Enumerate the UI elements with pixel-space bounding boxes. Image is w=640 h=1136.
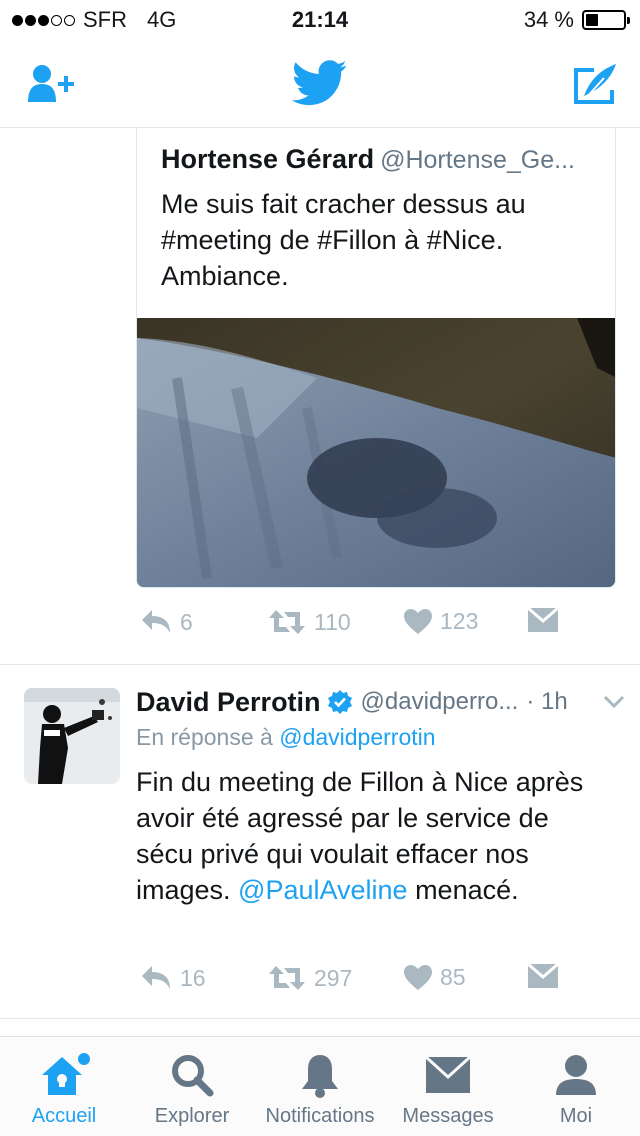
battery-percent: 34 % [523, 7, 574, 32]
retweet-button[interactable]: 110 [268, 608, 351, 636]
mention-link[interactable]: @PaulAveline [238, 875, 408, 905]
tweet2-header: David Perrotin @davidperro... · 1h [136, 684, 626, 720]
retweet-count: 297 [314, 964, 353, 991]
tweet-text-end: menacé. [407, 875, 519, 905]
reply-context: En réponse à @davidperrotin [136, 724, 436, 751]
tweet1-actions: 6 110 123 [136, 608, 616, 648]
quoted-tweet-header: Hortense Gérard @Hortense_Ge... [161, 144, 575, 175]
quoted-author-handle: @Hortense_Ge... [380, 146, 575, 174]
top-nav-bar [0, 40, 640, 128]
add-user-icon[interactable] [26, 64, 78, 109]
verified-badge-icon [327, 690, 352, 714]
like-count: 85 [440, 964, 466, 990]
quoted-author-name: Hortense Gérard [161, 144, 375, 174]
profile-icon [512, 1053, 640, 1097]
avatar[interactable] [24, 688, 120, 784]
tab-profile[interactable]: Moi [512, 1037, 640, 1136]
battery-level [586, 14, 598, 26]
dm-envelope-icon [528, 608, 558, 632]
battery-icon [582, 10, 630, 30]
dm-envelope-icon [528, 964, 558, 988]
reply-icon [142, 610, 170, 633]
heart-icon [404, 964, 432, 990]
notification-badge [78, 1053, 90, 1065]
bottom-tab-bar: Accueil Explorer Notifications Messages [0, 1036, 640, 1136]
tweet2-actions: 16 297 85 [136, 964, 616, 1004]
reply-count: 6 [180, 608, 193, 635]
retweet-icon [269, 966, 305, 990]
status-right: 34 % [523, 7, 630, 33]
tweet-text: Fin du meeting de Fillon à Nice après av… [136, 764, 606, 908]
like-count: 123 [440, 608, 479, 634]
tab-label: Moi [559, 1105, 593, 1127]
quoted-tweet-card[interactable]: Hortense Gérard @Hortense_Ge... Me suis f… [136, 128, 616, 588]
search-icon [128, 1053, 256, 1097]
twitter-bird-icon[interactable] [291, 60, 348, 111]
retweet-icon [269, 610, 305, 634]
author-name[interactable]: David Perrotin [136, 687, 321, 718]
reply-prefix: En réponse à [136, 724, 273, 750]
reply-icon [142, 966, 170, 989]
direct-message-button[interactable] [528, 964, 558, 988]
quoted-tweet-photo[interactable] [137, 318, 615, 587]
direct-message-button[interactable] [528, 608, 558, 632]
author-handle: @davidperro... [360, 688, 519, 715]
chevron-down-icon[interactable] [602, 694, 626, 710]
home-icon [0, 1053, 128, 1099]
retweet-button[interactable]: 297 [268, 964, 352, 992]
tweet-divider [0, 1018, 640, 1019]
envelope-icon [384, 1053, 512, 1093]
retweet-count: 110 [314, 608, 351, 635]
compose-tweet-icon[interactable] [572, 62, 618, 111]
status-bar: SFR 4G 21:14 34 % [0, 0, 640, 40]
like-button[interactable]: 85 [404, 964, 466, 991]
tweet-timestamp: · 1h [526, 688, 568, 715]
tweet-divider [0, 664, 640, 665]
reply-count: 16 [180, 964, 206, 991]
like-button[interactable]: 123 [404, 608, 478, 635]
reply-button[interactable]: 16 [140, 964, 206, 992]
reply-mention-link[interactable]: @davidperrotin [279, 724, 435, 750]
heart-icon [404, 608, 432, 634]
reply-button[interactable]: 6 [140, 608, 193, 636]
quoted-tweet-text: Me suis fait cracher dessus au #meeting … [161, 189, 526, 291]
bell-icon [256, 1053, 384, 1099]
